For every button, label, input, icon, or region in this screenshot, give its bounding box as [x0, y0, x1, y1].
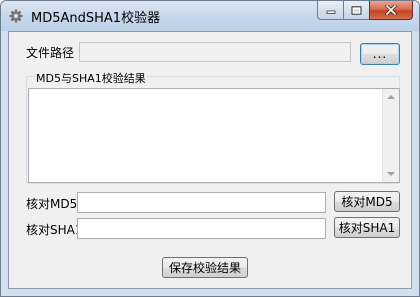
result-scrollbar[interactable]: [382, 89, 399, 182]
browse-button[interactable]: ...: [360, 43, 400, 65]
scroll-up-arrow-icon[interactable]: [387, 95, 395, 99]
file-path-label: 文件路径: [26, 46, 75, 60]
close-button[interactable]: [369, 1, 413, 20]
verify-sha1-label: 核对SHA1: [26, 223, 83, 237]
gear-icon: [9, 9, 23, 23]
verify-sha1-input[interactable]: [77, 218, 326, 239]
file-path-input[interactable]: [79, 42, 351, 62]
maximize-icon: [351, 5, 362, 15]
verify-md5-label: 核对MD5: [26, 197, 78, 211]
result-group-title: MD5与SHA1校验结果: [35, 70, 147, 86]
window-title: MD5AndSHA1校验器: [31, 11, 161, 26]
minimize-button[interactable]: [317, 1, 343, 20]
minimize-icon: [326, 10, 335, 14]
maximize-button[interactable]: [343, 1, 369, 20]
caption-buttons: [317, 1, 413, 20]
close-icon: [385, 5, 397, 15]
verify-sha1-button[interactable]: 核对SHA1: [334, 217, 400, 238]
scroll-down-arrow-icon[interactable]: [387, 172, 395, 176]
verify-md5-input[interactable]: [77, 192, 326, 213]
verify-md5-button[interactable]: 核对MD5: [334, 191, 400, 212]
result-textarea[interactable]: [28, 88, 400, 183]
save-results-button[interactable]: 保存校验结果: [162, 257, 248, 278]
title-bar[interactable]: MD5AndSHA1校验器: [1, 1, 419, 31]
client-area: 文件路径 ... MD5与SHA1校验结果 核对MD5 核对MD5 核对SHA1…: [8, 31, 412, 289]
app-window: MD5AndSHA1校验器 文件路径 ... MD5与SHA1校验结果 核对MD…: [0, 0, 420, 297]
